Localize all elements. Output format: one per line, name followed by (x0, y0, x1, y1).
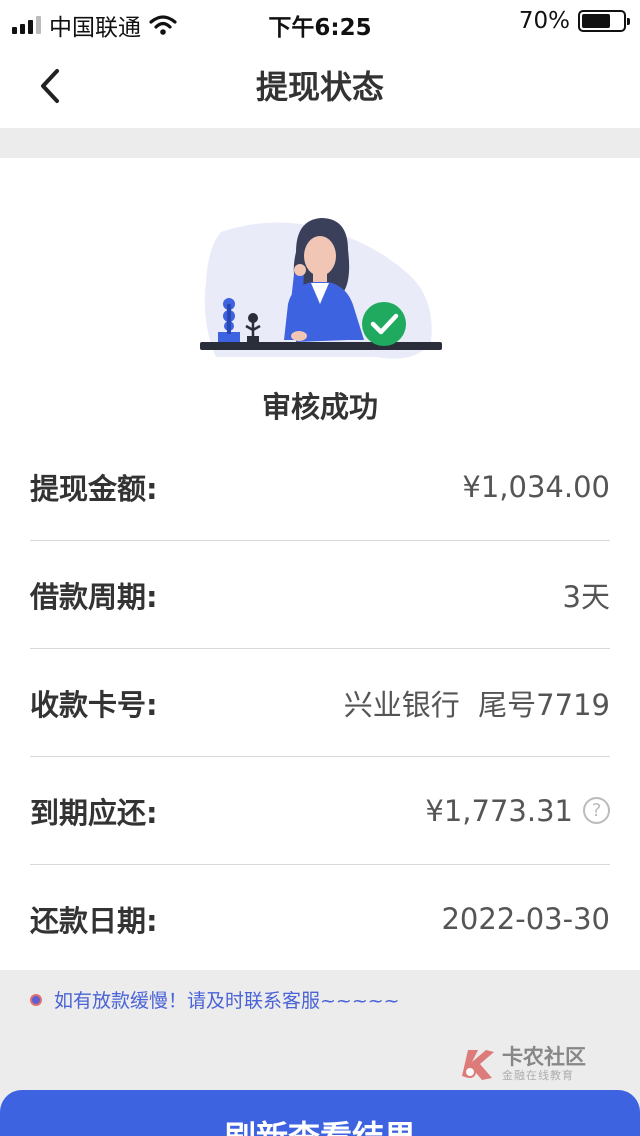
bullet-icon (30, 993, 42, 1006)
result-card: 审核成功 提现金额: ¥1,034.00 借款周期: 3天 收款卡号: 兴业银行… (0, 158, 640, 970)
battery-icon (578, 10, 630, 32)
notice-text: 如有放款缓慢！请及时联系客服~~~~~ (54, 990, 400, 1012)
status-right: 70% (518, 8, 630, 34)
refresh-result-button[interactable]: 刷新查看结果 (0, 1090, 640, 1136)
status-bar: 中国联通 下午6:25 70% (0, 0, 640, 42)
woman-at-desk-illustration (200, 218, 442, 359)
detail-row-due-amount: 到期应还: ¥1,773.31 ? (30, 757, 610, 865)
detail-label: 借款周期: (30, 579, 158, 614)
chevron-left-icon (41, 69, 59, 103)
status-text: 审核成功 (261, 390, 378, 424)
kanong-logo-icon (462, 1050, 494, 1080)
page-title: 提现状态 (255, 68, 384, 106)
battery-percent: 70% (518, 8, 570, 34)
detail-label: 到期应还: (30, 795, 158, 830)
watermark: 卡农社区 金融在线教育 (460, 1046, 586, 1082)
back-button[interactable] (30, 66, 70, 106)
detail-row-card: 收款卡号: 兴业银行 尾号7719 (30, 649, 610, 757)
question-circle-icon[interactable]: ? (583, 797, 610, 824)
watermark-title: 卡农社区 (502, 1045, 586, 1070)
detail-label: 还款日期: (30, 904, 158, 938)
notice-banner: 如有放款缓慢！请及时联系客服~~~~~ (30, 986, 400, 1013)
detail-row-repay-date: 还款日期: 2022-03-30 (30, 865, 610, 973)
detail-row-amount: 提现金额: ¥1,034.00 (30, 433, 610, 541)
detail-row-period: 借款周期: 3天 (30, 541, 610, 649)
detail-value: 2022-03-30 (441, 902, 610, 936)
detail-label: 收款卡号: (30, 687, 158, 722)
detail-value: ¥1,773.31 ? (425, 794, 610, 828)
detail-value: 3天 (562, 579, 610, 614)
detail-list: 提现金额: ¥1,034.00 借款周期: 3天 收款卡号: 兴业银行 尾号77… (30, 433, 610, 973)
watermark-subtitle: 金融在线教育 (502, 1068, 574, 1082)
nav-bar: 提现状态 (0, 42, 640, 128)
detail-label: 提现金额: (30, 471, 158, 506)
detail-value: ¥1,034.00 (462, 469, 610, 504)
detail-value: 兴业银行 尾号7719 (343, 687, 610, 722)
